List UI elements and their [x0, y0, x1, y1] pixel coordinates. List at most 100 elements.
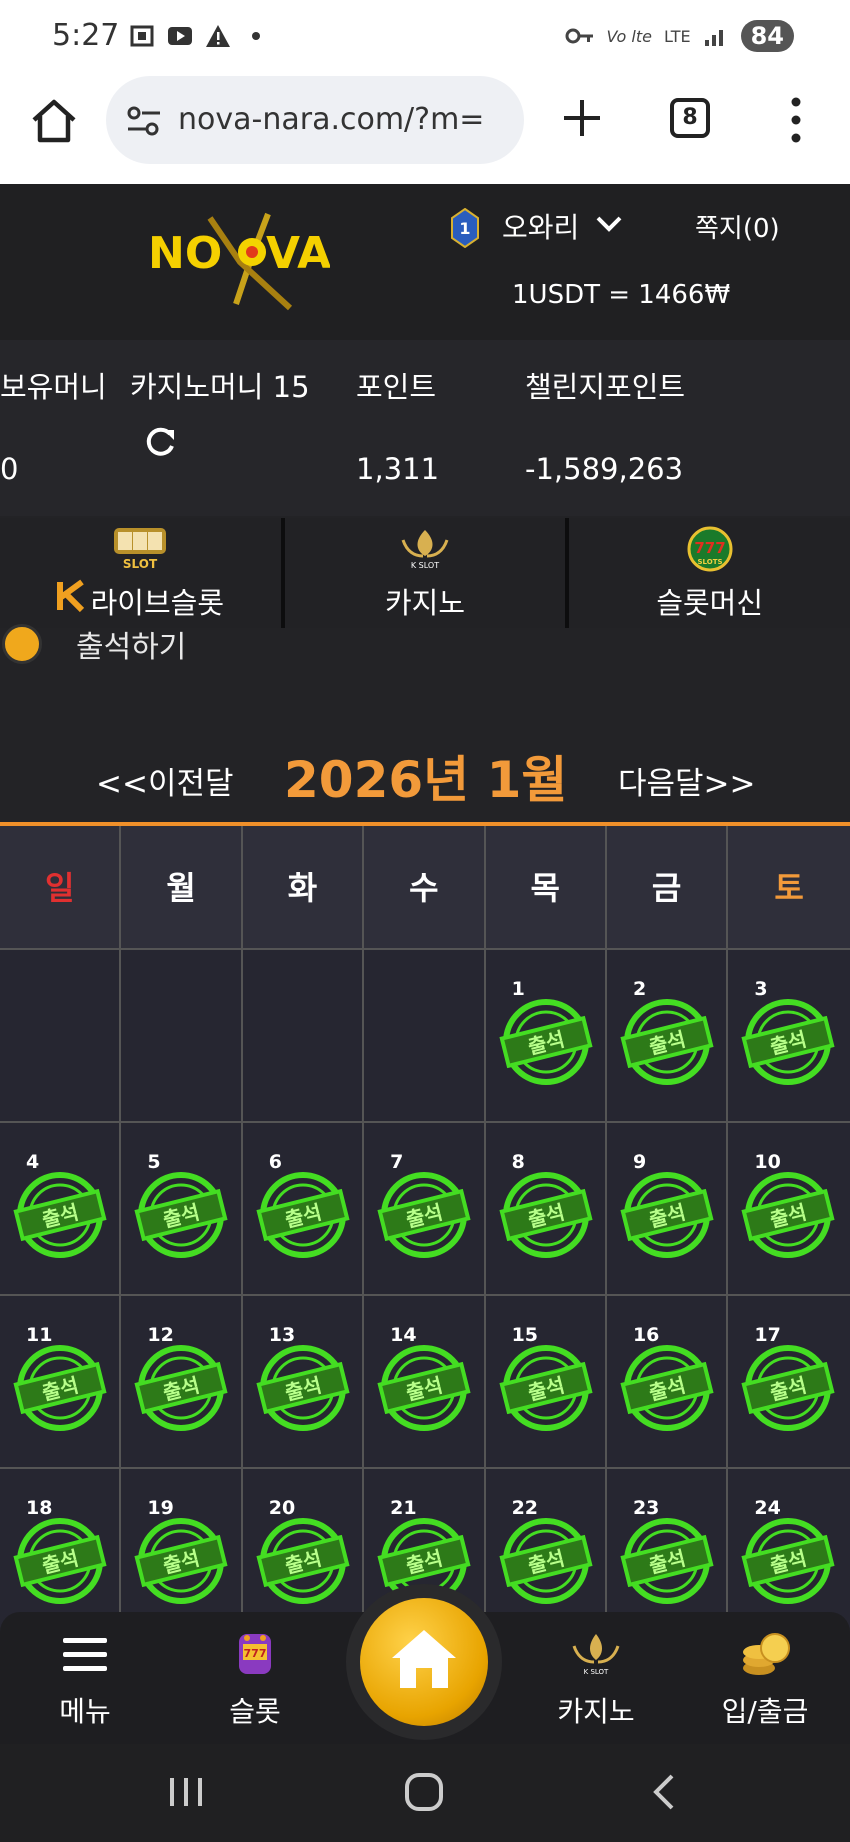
key-icon	[565, 28, 593, 44]
k-slot-icon: K SLOT	[401, 530, 449, 570]
calendar-day-cell[interactable]: 4 출석	[0, 1123, 122, 1296]
calendar-day-cell[interactable]: 3 출석	[728, 950, 850, 1123]
refresh-icon[interactable]	[142, 424, 178, 460]
attendance-stamp-icon: 출석	[134, 1518, 228, 1604]
tab-slot-machine-label: 슬롯머신	[656, 586, 764, 620]
notification-icons	[128, 22, 270, 50]
system-home-icon[interactable]	[402, 1772, 446, 1812]
calendar-day-cell[interactable]: 9 출석	[606, 1123, 729, 1296]
nova-logo[interactable]: NO VA	[140, 204, 330, 314]
attendance-stamp-icon: 출석	[256, 1345, 350, 1431]
next-month-button[interactable]: 다음달>>	[618, 758, 756, 803]
game-tabs: SLOT 라이브슬롯 K SLOT 카지노 777 SLOTS 슬롯머신	[0, 518, 850, 628]
attendance-stamp-icon: 출석	[620, 999, 714, 1085]
calendar-day-cell[interactable]: 17 출석	[728, 1296, 850, 1469]
calendar-day-cell[interactable]: 15 출석	[485, 1296, 607, 1469]
calendar-day-cell[interactable]: 16 출석	[606, 1296, 729, 1469]
attendance-stamp-icon: 출석	[620, 1172, 714, 1258]
more-menu-icon[interactable]	[782, 94, 810, 146]
weekday-sat: 토	[728, 826, 850, 950]
status-time: 5:27	[52, 18, 120, 53]
attendance-stamp-icon: 출석	[620, 1345, 714, 1431]
center-home-button[interactable]	[346, 1584, 502, 1740]
site-settings-icon[interactable]	[126, 104, 162, 138]
site-header: NO VA 1 오와리 쪽지(0) 1USDT = 1466₩	[0, 184, 850, 340]
attendance-stamp-icon: 출석	[13, 1518, 107, 1604]
calendar-day-cell[interactable]: 2 출석	[606, 950, 729, 1123]
status-bar: 5:27 Vo lte LTE 84	[0, 0, 850, 76]
calendar-day-cell[interactable]: 14 출석	[364, 1296, 486, 1469]
tab-slot-machine[interactable]: 777 SLOTS 슬롯머신	[569, 518, 850, 628]
weekday-wed: 수	[364, 826, 486, 950]
attendance-stamp-icon: 출석	[256, 1172, 350, 1258]
calendar-empty-cell	[121, 950, 243, 1123]
calendar-day-cell[interactable]: 10 출석	[728, 1123, 850, 1296]
warning-icon	[206, 25, 230, 47]
attendance-stamp-icon: 출석	[741, 1172, 835, 1258]
coins-icon	[743, 1633, 790, 1675]
nav-casino[interactable]: K SLOT 카지노	[526, 1612, 666, 1744]
tab-live-slot[interactable]: SLOT 라이브슬롯	[0, 518, 285, 628]
nav-deposit-withdraw-label: 입/출금	[721, 1695, 809, 1728]
hamburger-menu-icon	[63, 1638, 107, 1671]
calendar-day-cell[interactable]: 6 출석	[242, 1123, 365, 1296]
level-badge-icon: 1	[451, 208, 479, 248]
nav-menu[interactable]: 메뉴	[15, 1612, 155, 1744]
attendance-stamp-icon: 출석	[741, 999, 835, 1085]
attendance-stamp-icon: 출석	[256, 1518, 350, 1604]
calendar-week-row: 1 출석 2 출석 3 출석	[0, 950, 850, 1123]
tab-switcher-button[interactable]: 8	[670, 98, 710, 138]
attendance-stamp-icon: 출석	[741, 1518, 835, 1604]
messages-link[interactable]: 쪽지(0)	[695, 208, 780, 245]
calendar-week-row: 4 출석 5 출석 6 출석 7 출석 8 출석 9 출석 10 출석	[0, 1123, 850, 1296]
center-home-button-inner[interactable]	[360, 1598, 488, 1726]
calendar-day-cell[interactable]: 7 출석	[364, 1123, 486, 1296]
calendar-day-cell[interactable]: 8 출석	[485, 1123, 607, 1296]
user-name[interactable]: 오와리	[502, 206, 579, 246]
chevron-down-icon[interactable]	[594, 214, 624, 234]
dot-icon	[252, 32, 260, 40]
calendar-body: 1 출석 2 출석 3 출석 4 출석 5 출석 6 출석 7 출석 8 출석 9 출석 10 출석 11 출석 12 출석 1…	[0, 950, 850, 1642]
recent-apps-icon[interactable]	[164, 1772, 208, 1812]
nav-slot-label: 슬롯	[229, 1695, 281, 1728]
tab-casino[interactable]: K SLOT 카지노	[284, 518, 570, 628]
url-text[interactable]: nova-nara.com/?m=	[178, 102, 508, 137]
attendance-stamp-icon: 출석	[13, 1345, 107, 1431]
attendance-stamp-icon: 출석	[13, 1172, 107, 1258]
live-slot-icon: SLOT	[114, 528, 167, 571]
address-bar[interactable]: nova-nara.com/?m=	[106, 76, 524, 164]
nav-casino-label: 카지노	[557, 1695, 635, 1728]
attendance-stamp-icon: 출석	[134, 1172, 228, 1258]
attendance-stamp-icon: 출석	[498, 1518, 593, 1604]
svg-text:K SLOT: K SLOT	[584, 1668, 609, 1676]
status-right: Vo lte LTE 84	[565, 20, 794, 52]
weekday-sun: 일	[0, 826, 122, 950]
nav-slot[interactable]: 777 슬롯	[185, 1612, 325, 1744]
svg-text:SLOTS: SLOTS	[697, 558, 722, 566]
calendar-day-cell[interactable]: 1 출석	[485, 950, 607, 1123]
back-icon[interactable]	[642, 1772, 686, 1812]
month-title: 2026년 1월	[284, 751, 568, 809]
browser-toolbar: nova-nara.com/?m= 8	[0, 76, 850, 184]
volte-icon: Vo lte	[606, 26, 652, 46]
calendar-week-row: 11 출석 12 출석 13 출석 14 출석 15 출석 16 출석 17 출석	[0, 1296, 850, 1469]
attendance-stamp-icon: 출석	[377, 1172, 471, 1258]
money-label: 보유머니	[0, 370, 107, 404]
weekday-tue: 화	[242, 826, 365, 950]
prev-month-button[interactable]: <<이전달	[96, 758, 234, 803]
calendar-day-cell[interactable]: 12 출석	[121, 1296, 243, 1469]
calendar-day-cell[interactable]: 5 출석	[121, 1123, 243, 1296]
calendar-empty-cell	[0, 950, 122, 1123]
browser-home-icon[interactable]	[28, 96, 80, 148]
level-number: 1	[459, 219, 470, 238]
new-tab-icon[interactable]	[560, 96, 604, 140]
attendance-stamp-icon: 출석	[498, 999, 593, 1085]
exchange-rate: 1USDT = 1466₩	[512, 280, 731, 310]
attendance-calendar: 일 월 화 수 목 금 토 1 출석 2 출석 3 출석 4 출석 5 출석 6 출석 7 출석 8 출석 9 출…	[0, 822, 850, 1642]
nav-deposit-withdraw[interactable]: 입/출금	[695, 1612, 835, 1744]
calendar-day-cell[interactable]: 13 출석	[242, 1296, 365, 1469]
attendance-title: 출석하기	[76, 630, 187, 665]
calendar-day-cell[interactable]: 11 출석	[0, 1296, 122, 1469]
attendance-stamp-icon: 출석	[741, 1345, 835, 1431]
weekday-thu: 목	[485, 826, 607, 950]
